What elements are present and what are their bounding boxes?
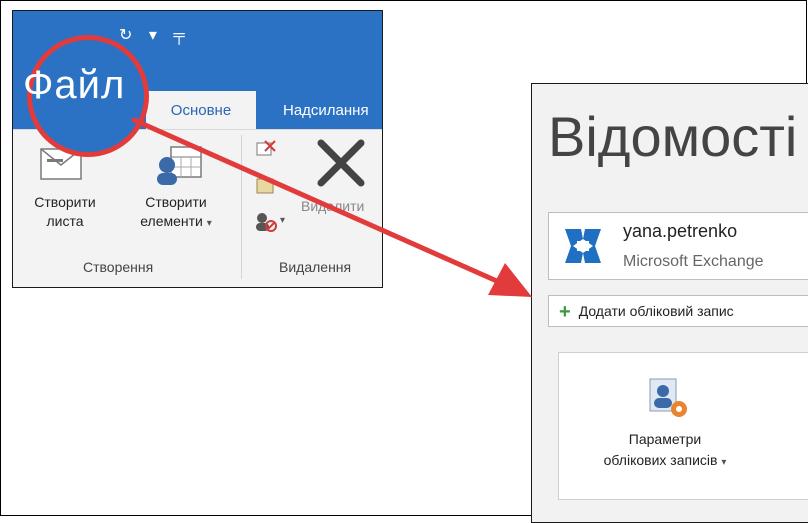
ignore-icon[interactable] xyxy=(253,135,279,161)
new-items-button[interactable]: Створити елементи ▾ xyxy=(121,193,231,233)
tab-home[interactable]: Основне xyxy=(146,91,256,129)
file-tab-label[interactable]: Файл xyxy=(23,63,125,108)
page-title: Відомості xyxy=(548,105,798,168)
new-email-button[interactable]: Створити листа xyxy=(23,193,107,231)
plus-icon: + xyxy=(559,301,571,323)
junk-icon[interactable]: ▾ xyxy=(253,209,289,235)
account-settings-button[interactable]: Параметри облікових записів ▾ xyxy=(558,352,808,500)
chevron-down-icon: ▾ xyxy=(721,457,727,468)
add-account-label: Додати обліковий запис xyxy=(578,303,734,319)
account-type: Microsoft Exchange xyxy=(623,253,764,270)
account-settings-label: Параметри облікових записів ▾ xyxy=(603,431,727,468)
quick-access-toolbar[interactable]: ↻ ▾ ╤ xyxy=(119,25,191,45)
account-selector[interactable]: yana.petrenko Microsoft Exchange xyxy=(548,212,808,280)
group-divider xyxy=(241,135,242,279)
tab-send-receive[interactable]: Надсилання xyxy=(283,91,369,131)
group-label-delete: Видалення xyxy=(279,259,352,275)
chevron-down-icon: ▾ xyxy=(206,218,212,229)
new-items-icon xyxy=(157,146,202,185)
account-settings-icon xyxy=(649,378,687,417)
outlook-ribbon-screenshot: ↻ ▾ ╤ Основне Надсилання Створити листа … xyxy=(12,10,383,288)
delete-icon xyxy=(317,139,365,187)
svg-text:▾: ▾ xyxy=(280,215,285,226)
exchange-icon xyxy=(565,229,601,263)
group-label-create: Створення xyxy=(83,259,154,275)
account-info-screenshot: Відомості yana.petrenko Microsoft Exchan… xyxy=(531,83,808,523)
add-account-button[interactable]: + Додати обліковий запис xyxy=(548,295,808,327)
cleanup-icon[interactable] xyxy=(253,173,279,199)
delete-button[interactable]: Видалити xyxy=(301,197,382,216)
account-name: yana.petrenko xyxy=(623,221,738,241)
